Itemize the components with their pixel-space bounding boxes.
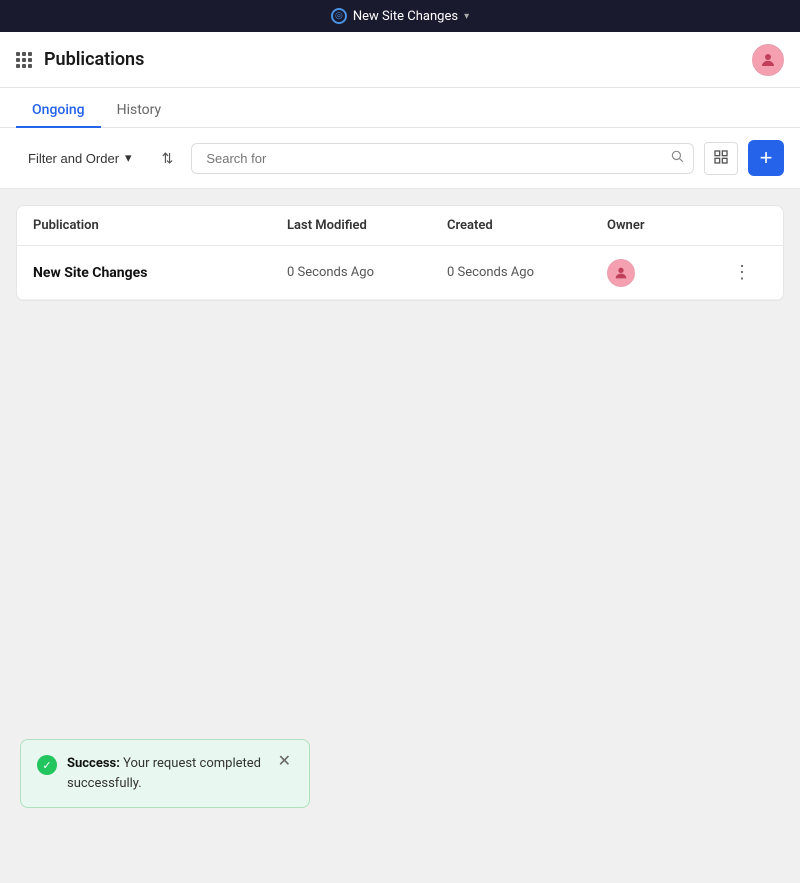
last-modified-value: 0 Seconds Ago xyxy=(287,265,447,280)
toast-success-icon: ✓ xyxy=(37,755,57,775)
tabs-bar: Ongoing History xyxy=(0,88,800,128)
table-header: Publication Last Modified Created Owner xyxy=(17,206,783,246)
view-toggle-button[interactable] xyxy=(704,142,738,175)
top-bar: ◎ New Site Changes ▾ xyxy=(0,0,800,32)
sort-button[interactable]: ⇅ xyxy=(154,144,182,173)
user-avatar[interactable] xyxy=(752,44,784,76)
toast-close-button[interactable]: ✕ xyxy=(276,754,293,770)
page-title: Publications xyxy=(44,49,144,70)
created-value: 0 Seconds Ago xyxy=(447,265,607,280)
tab-ongoing[interactable]: Ongoing xyxy=(16,94,101,128)
filter-order-label: Filter and Order xyxy=(28,151,119,166)
sort-icon: ⇅ xyxy=(162,150,174,166)
row-actions-cell: ⋮ xyxy=(727,258,767,287)
owner-avatar xyxy=(607,259,635,287)
publication-name: New Site Changes xyxy=(33,265,287,281)
search-icon xyxy=(670,149,684,167)
col-header-actions xyxy=(727,218,767,233)
row-more-button[interactable]: ⋮ xyxy=(727,258,757,287)
site-icon: ◎ xyxy=(331,8,347,24)
col-header-owner: Owner xyxy=(607,218,727,233)
top-bar-title: New Site Changes xyxy=(353,9,458,24)
col-header-last-modified: Last Modified xyxy=(287,218,447,233)
top-bar-chevron-icon[interactable]: ▾ xyxy=(464,11,469,22)
col-header-created: Created xyxy=(447,218,607,233)
table-row[interactable]: New Site Changes 0 Seconds Ago 0 Seconds… xyxy=(17,246,783,300)
search-input[interactable] xyxy=(191,143,694,174)
toast-message: Success: Your request completed successf… xyxy=(67,754,266,793)
view-grid-icon xyxy=(713,152,729,168)
publications-table: Publication Last Modified Created Owner … xyxy=(16,205,784,301)
toolbar: Filter and Order ▾ ⇅ + xyxy=(0,128,800,189)
search-box xyxy=(191,143,694,174)
col-header-publication: Publication xyxy=(33,218,287,233)
owner-cell xyxy=(607,259,727,287)
header: Publications xyxy=(0,32,800,88)
filter-chevron-icon: ▾ xyxy=(125,150,132,166)
toast-notification: ✓ Success: Your request completed succes… xyxy=(20,739,310,808)
add-icon: + xyxy=(760,147,773,169)
toast-success-label: Success: xyxy=(67,756,120,771)
filter-order-button[interactable]: Filter and Order ▾ xyxy=(16,144,144,172)
add-publication-button[interactable]: + xyxy=(748,140,784,176)
app-grid-icon[interactable] xyxy=(16,52,32,68)
tab-history[interactable]: History xyxy=(101,94,178,128)
